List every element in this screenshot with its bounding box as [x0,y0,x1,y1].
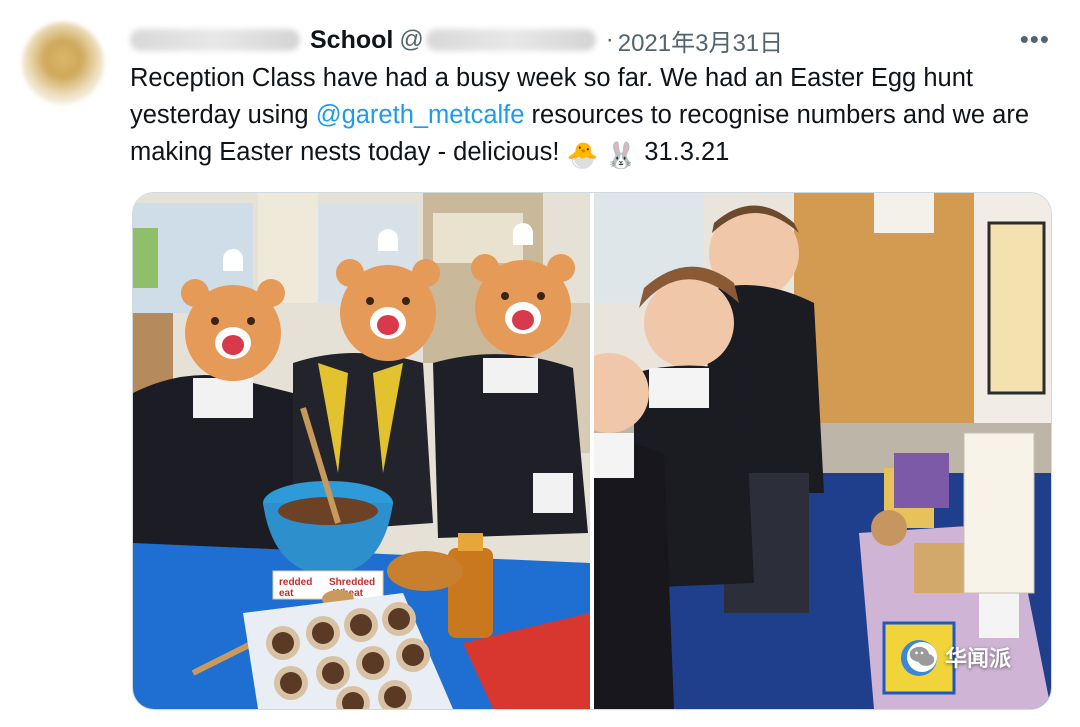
box-label-1: redded [279,577,312,588]
tweet-text-date: 31.3.21 [637,138,730,166]
more-options-icon[interactable]: ••• [1020,24,1050,55]
box-label-3: Shredded [329,577,375,588]
photo-left[interactable]: redded eat Shredded Wheat [133,193,590,709]
separator-dot: · [605,26,614,53]
handle-at: @ [399,26,424,53]
mention-link[interactable]: @gareth_metcalfe [316,101,525,129]
chick-emoji-icon: 🐣 [566,142,599,170]
avatar[interactable] [22,22,104,104]
watermark: 华闻派 [906,641,1011,673]
wechat-icon [906,642,937,672]
tweet-text: Reception Class have had a busy week so … [130,60,1060,175]
photo-right[interactable]: 华闻派 [594,193,1051,709]
rabbit-emoji-icon: 🐰 [605,142,638,170]
media-grid: redded eat Shredded Wheat [132,192,1052,710]
blurred-name [130,29,300,51]
blurred-handle [425,29,596,51]
photo-right-image [594,193,1051,709]
photo-left-image: redded eat Shredded Wheat [133,193,590,709]
tweet-header: School @ · 2021年3月31日 [130,22,1056,58]
display-name[interactable]: School [310,26,393,55]
box-label-2: eat [279,588,294,599]
watermark-text: 华闻派 [944,646,1011,671]
tweet-date[interactable]: 2021年3月31日 [618,23,783,58]
